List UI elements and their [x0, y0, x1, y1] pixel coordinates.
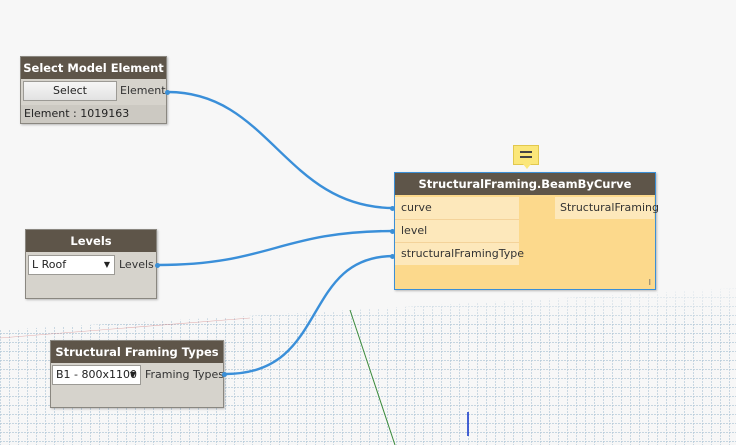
output-port-levels[interactable]: Levels: [119, 258, 154, 271]
node-title: Select Model Element: [21, 57, 166, 79]
select-button[interactable]: Select: [23, 81, 117, 101]
port-dot-level: [390, 229, 395, 234]
output-port-element[interactable]: Element: [120, 84, 166, 97]
node-status: Element : 1019163: [21, 105, 166, 123]
input-port-level[interactable]: level: [395, 220, 519, 243]
structural-framing-types-node[interactable]: Structural Framing Types B1 - 800x1100 ▼…: [50, 340, 224, 408]
lacing-indicator: I: [648, 278, 651, 287]
dropdown-value: L Roof: [32, 258, 67, 271]
input-port-label: structuralFramingType: [401, 247, 524, 260]
select-model-element-node[interactable]: Select Model Element Select Element Elem…: [20, 56, 167, 124]
beam-by-curve-node[interactable]: StructuralFraming.BeamByCurve curve leve…: [394, 172, 659, 290]
input-port-label: level: [401, 224, 428, 237]
node-title: Structural Framing Types: [51, 341, 223, 363]
input-port-label: curve: [401, 201, 432, 214]
wire-element-to-curve: [167, 90, 395, 210]
chevron-down-icon: ▼: [103, 260, 110, 269]
port-dot-levels: [155, 263, 160, 268]
node-title: Levels: [26, 230, 156, 252]
list-preview-icon[interactable]: [513, 145, 539, 169]
input-port-structural-framing-type[interactable]: structuralFramingType: [395, 243, 524, 265]
node-title: StructuralFraming.BeamByCurve: [395, 173, 655, 195]
output-port-label: StructuralFraming: [560, 201, 659, 214]
wire-levels-to-level: [157, 229, 395, 267]
dropdown-value: B1 - 800x1100: [56, 368, 138, 381]
output-port-framing-types[interactable]: Framing Types: [145, 368, 224, 381]
port-dot-framing-type: [390, 254, 395, 259]
framing-types-dropdown[interactable]: B1 - 800x1100 ▼: [52, 365, 141, 385]
port-dot-element: [165, 90, 170, 95]
port-dot-framing-types: [222, 372, 227, 377]
input-port-curve[interactable]: curve: [395, 197, 519, 220]
port-dot-curve: [390, 206, 395, 211]
levels-node[interactable]: Levels L Roof ▼ Levels: [25, 229, 157, 299]
chevron-down-icon: ▼: [129, 370, 136, 379]
output-port-structural-framing[interactable]: StructuralFraming: [555, 197, 659, 219]
levels-dropdown[interactable]: L Roof ▼: [28, 255, 115, 275]
